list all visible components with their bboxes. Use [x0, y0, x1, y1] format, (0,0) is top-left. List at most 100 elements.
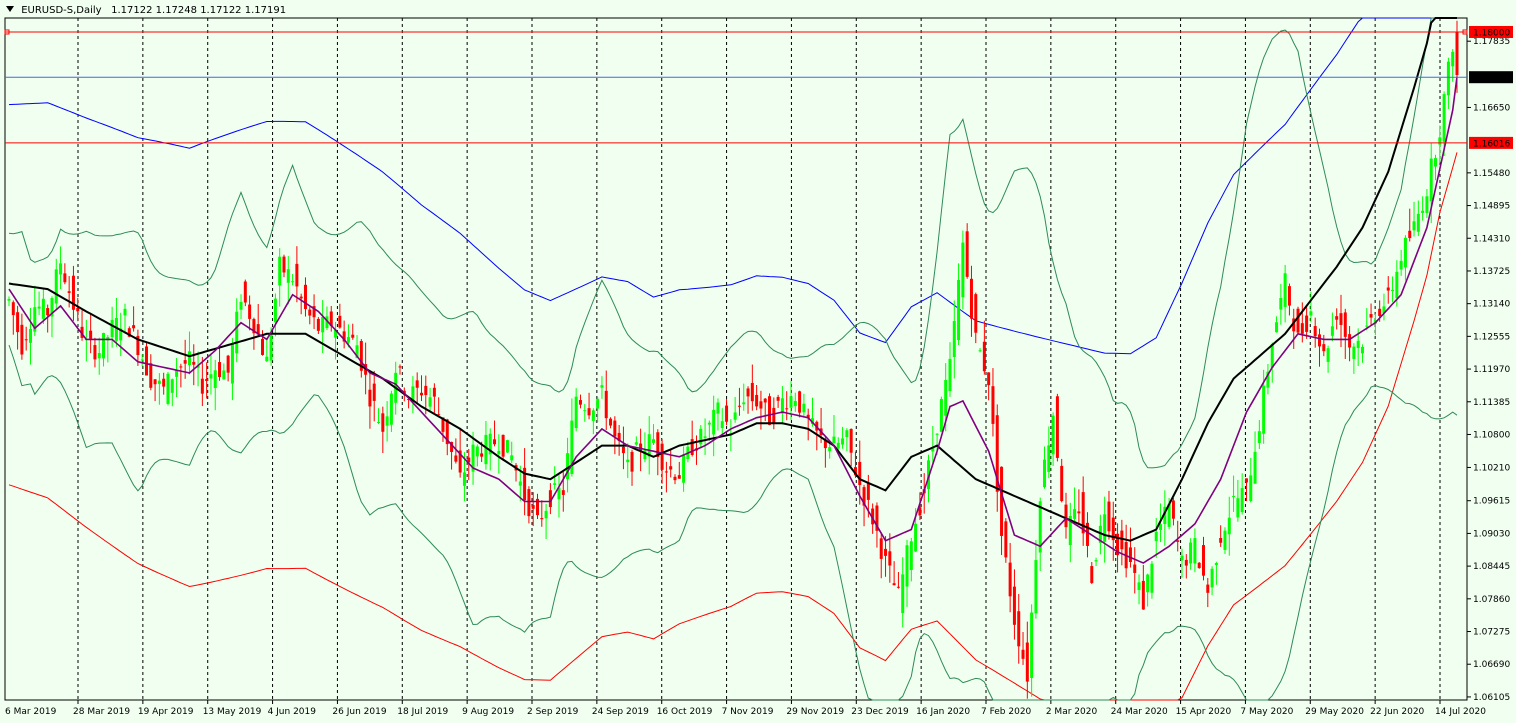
x-tick-label: 16 Oct 2019	[657, 707, 713, 717]
bear-candle	[243, 281, 247, 303]
bull-candle	[1434, 158, 1438, 167]
bull-candle	[278, 256, 282, 286]
bear-candle	[1184, 559, 1188, 566]
chart-canvas[interactable]: 6 Mar 2019 28 Mar 2019 19 Apr 2019 13 May 2…	[0, 0, 1516, 723]
y-tick-label: 1.11385	[1473, 398, 1510, 408]
bull-candle	[793, 401, 797, 407]
x-tick-label: 28 Mar 2019	[73, 707, 130, 717]
bear-candle	[1335, 316, 1339, 320]
bull-candle	[845, 430, 849, 438]
bull-candle	[1047, 445, 1051, 472]
bear-candle	[1004, 521, 1008, 558]
bull-candle	[961, 242, 965, 298]
y-tick-label: 1.09615	[1473, 497, 1510, 507]
bull-candle	[905, 545, 909, 587]
bull-candle	[832, 436, 836, 444]
bear-candle	[768, 396, 772, 425]
bull-candle	[553, 483, 557, 485]
bull-candle	[1073, 509, 1077, 519]
bull-candle	[157, 380, 161, 384]
bull-candle	[505, 440, 509, 453]
y-tick-label: 1.17835	[1473, 37, 1510, 47]
bull-candle	[1227, 517, 1231, 535]
bull-candle	[1352, 346, 1356, 359]
bull-candle	[1257, 431, 1261, 443]
bear-candle	[1077, 511, 1081, 514]
bear-candle	[1008, 562, 1012, 597]
bull-candle	[291, 281, 295, 283]
bear-candle	[892, 583, 896, 586]
bull-candle	[1043, 459, 1047, 488]
y-tick-label: 1.10800	[1473, 430, 1510, 440]
y-tick-label: 1.14895	[1473, 202, 1510, 212]
y-tick-label: 1.15480	[1473, 169, 1510, 179]
bear-candle	[1408, 230, 1412, 239]
bear-candle	[261, 338, 265, 355]
bear-candle	[338, 315, 342, 328]
bull-candle	[544, 510, 548, 519]
y-tick-label: 1.11970	[1473, 365, 1510, 375]
bull-candle	[462, 472, 466, 486]
bear-candle	[299, 296, 303, 299]
bull-candle	[1399, 260, 1403, 270]
x-tick-label: 18 Jul 2019	[397, 707, 448, 717]
bollinger-upper-line	[8, 17, 1457, 469]
bear-candle	[991, 386, 995, 424]
y-tick-label: 1.07860	[1473, 595, 1510, 605]
bear-candle	[153, 379, 157, 385]
bear-candle	[162, 378, 166, 387]
y-tick-label: 1.13140	[1473, 300, 1510, 310]
bear-candle	[183, 360, 187, 364]
x-tick-label: 24 Sep 2019	[592, 707, 649, 717]
bull-candle	[1326, 348, 1330, 362]
bear-candle	[192, 361, 196, 365]
bull-candle	[939, 398, 943, 432]
bull-candle	[230, 343, 234, 384]
bull-candle	[1210, 568, 1214, 588]
bull-candle	[626, 459, 630, 463]
bear-candle	[179, 366, 183, 368]
x-tick-label: 2 Sep 2019	[527, 707, 579, 717]
bull-candle	[321, 316, 325, 333]
level-price-label: 1.18000	[1473, 28, 1510, 38]
bear-candle	[561, 490, 565, 495]
bear-candle	[308, 309, 312, 316]
bull-candle	[1180, 555, 1184, 561]
bear-candle	[639, 443, 643, 451]
bull-candle	[1051, 415, 1055, 455]
bull-candle	[97, 352, 101, 359]
bull-candle	[54, 269, 58, 304]
bear-candle	[987, 372, 991, 386]
collapse-triangle-icon[interactable]	[6, 6, 14, 12]
bear-candle	[415, 380, 419, 388]
ohlc-readout: 1.17122 1.17248 1.17122 1.17191	[111, 5, 287, 16]
x-tick-label: 15 Apr 2020	[1176, 707, 1232, 717]
y-tick-label: 1.09030	[1473, 529, 1510, 539]
bull-candle	[213, 370, 217, 389]
symbol-label: EURUSD-S,Daily	[21, 5, 102, 16]
bull-candle	[1253, 451, 1257, 484]
bear-candle	[785, 408, 789, 410]
bull-candle	[1030, 612, 1034, 679]
bull-candle	[1356, 340, 1360, 349]
bear-candle	[737, 405, 741, 407]
bull-candle	[1103, 514, 1107, 542]
bull-candle	[1309, 311, 1313, 316]
x-tick-label: 7 Nov 2019	[722, 707, 774, 717]
x-tick-label: 4 Jun 2019	[268, 707, 317, 717]
bull-candle	[978, 350, 982, 352]
x-tick-label: 9 Aug 2019	[462, 707, 514, 717]
bear-candle	[424, 385, 428, 396]
bull-candle	[1232, 496, 1236, 498]
bull-candle	[712, 409, 716, 435]
bull-candle	[944, 379, 948, 416]
bull-candle	[1421, 210, 1425, 213]
bull-candle	[37, 306, 41, 309]
bull-candle	[1438, 137, 1442, 145]
bull-candle	[1146, 574, 1150, 593]
bear-candle	[218, 362, 222, 377]
bear-candle	[1305, 315, 1309, 332]
bull-candle	[802, 403, 806, 413]
bear-candle	[1171, 500, 1175, 519]
bull-candle	[703, 436, 707, 438]
